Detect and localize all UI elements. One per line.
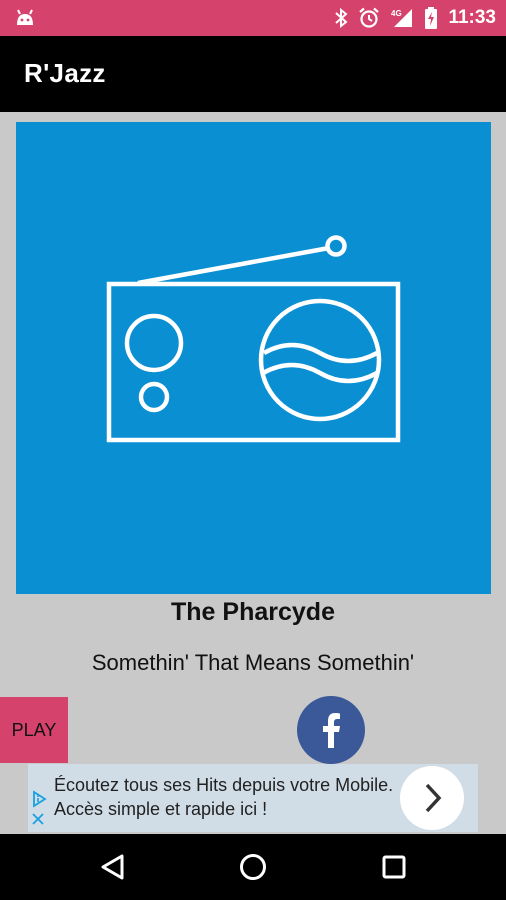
- radio-icon: [106, 235, 401, 443]
- ad-banner[interactable]: Écoutez tous ses Hits depuis votre Mobil…: [28, 764, 478, 832]
- android-icon: [14, 8, 36, 28]
- navigation-bar: [0, 834, 506, 900]
- svg-text:4G: 4G: [391, 9, 402, 18]
- app-bar: R'Jazz: [0, 36, 506, 112]
- facebook-icon: [323, 713, 340, 748]
- artist-name: The Pharcyde: [171, 598, 335, 626]
- ad-open-button[interactable]: [400, 766, 464, 830]
- song-title: Somethin' That Means Somethin': [91, 650, 415, 675]
- home-button[interactable]: [223, 834, 283, 900]
- chevron-right-icon: [425, 783, 442, 813]
- status-time: 11:33: [448, 7, 496, 28]
- battery-charging-icon: [424, 7, 438, 29]
- album-artwork: [16, 122, 491, 594]
- back-button[interactable]: [83, 834, 143, 900]
- play-button[interactable]: PLAY: [0, 697, 68, 763]
- recents-icon: [382, 855, 406, 879]
- facebook-share-button[interactable]: [297, 696, 365, 764]
- close-icon[interactable]: [31, 812, 45, 831]
- app-title: R'Jazz: [24, 58, 106, 88]
- ad-choices-icon[interactable]: [30, 790, 48, 813]
- status-bar: 4G 11:33: [0, 0, 506, 36]
- signal-4g-icon: 4G: [390, 7, 414, 29]
- alarm-icon: [358, 7, 380, 29]
- ad-text[interactable]: Écoutez tous ses Hits depuis votre Mobil…: [54, 773, 394, 821]
- bluetooth-icon: [334, 8, 348, 28]
- back-icon: [101, 854, 124, 880]
- home-icon: [240, 854, 266, 880]
- recents-button[interactable]: [364, 834, 424, 900]
